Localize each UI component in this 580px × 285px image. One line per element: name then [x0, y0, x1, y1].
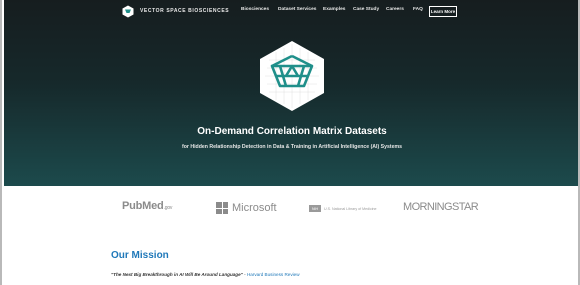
hero-subtitle: for Hidden Relationship Detection in Dat… [181, 144, 403, 150]
hero-title: On-Demand Correlation Matrix Datasets [197, 126, 387, 137]
pubmed-logo-suffix: .gov [163, 205, 173, 211]
nav-item-case-study[interactable]: Case Study [353, 7, 386, 12]
nlm-logo[interactable]: NIH U.S. National Library of Medicine [309, 205, 377, 212]
mission-section: Our Mission "The Next Big Breakthrough i… [4, 232, 578, 285]
brand[interactable]: VECTOR SPACE BIOSCIENCES [122, 4, 229, 18]
quote-source-link[interactable]: Harvard Business Review [247, 272, 300, 277]
mission-quote-line: "The Next Big Breakthrough in AI Will Be… [111, 272, 300, 277]
nav-item-careers[interactable]: Careers [386, 7, 413, 12]
top-navbar: VECTOR SPACE BIOSCIENCES Biosciences Dat… [4, 0, 578, 22]
nlm-logo-text: U.S. National Library of Medicine [324, 206, 377, 211]
hexagon-matrix-logo-icon [260, 41, 324, 111]
mission-quote: "The Next Big Breakthrough in AI Will Be… [111, 272, 243, 277]
pubmed-logo-text: PubMed [122, 200, 164, 212]
microsoft-logo[interactable]: Microsoft [216, 202, 277, 214]
nav-item-biosciences[interactable]: Biosciences [241, 7, 278, 12]
nav-item-faq[interactable]: FAQ [413, 7, 427, 12]
brand-logo-icon [122, 5, 134, 17]
microsoft-grid-icon [216, 202, 228, 214]
nih-badge-icon: NIH [309, 205, 321, 212]
main-menu: Biosciences Dataset Services Examples Ca… [241, 7, 427, 12]
microsoft-logo-text: Microsoft [232, 202, 277, 214]
hero-section: VECTOR SPACE BIOSCIENCES Biosciences Dat… [4, 0, 578, 186]
nav-item-dataset-services[interactable]: Dataset Services [278, 7, 323, 12]
mission-title: Our Mission [111, 250, 169, 261]
learn-more-button[interactable]: Learn More [429, 6, 457, 17]
morningstar-logo[interactable]: MORNINGSTAR [403, 201, 479, 213]
brand-name: VECTOR SPACE BIOSCIENCES [140, 8, 230, 14]
nav-item-examples[interactable]: Examples [323, 7, 353, 12]
pubmed-logo[interactable]: PubMed.gov [122, 200, 172, 212]
page: VECTOR SPACE BIOSCIENCES Biosciences Dat… [0, 0, 580, 285]
partner-logo-strip: PubMed.gov Microsoft NIH U.S. National L… [4, 186, 578, 232]
